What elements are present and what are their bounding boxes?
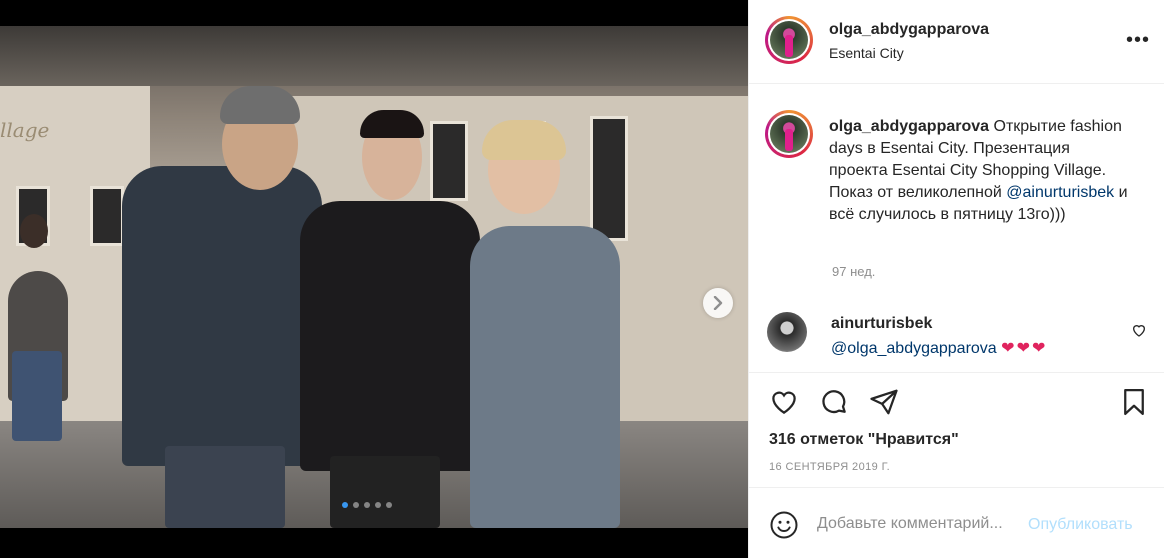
comment-item: ainurturisbek @olga_abdygapparova ❤❤❤ [767,310,1157,360]
photo-sign-text: llage [0,118,50,142]
caption-username[interactable]: olga_abdygapparova [829,118,989,135]
like-heart-icon[interactable] [769,387,799,417]
post-date[interactable]: 16 СЕНТЯБРЯ 2019 Г. [769,461,890,473]
carousel-dot [375,502,381,508]
caption-text: olga_abdygapparova Открытие fashion days… [829,116,1129,226]
carousel-indicator [342,502,392,508]
post-photo[interactable]: llage [0,26,748,528]
more-options-icon[interactable]: ••• [1126,30,1150,50]
publish-button[interactable]: Опубликовать [1028,516,1133,534]
chevron-right-icon [713,296,723,310]
commenter-avatar[interactable] [767,312,807,352]
photo-window [90,186,124,246]
caption-timestamp[interactable]: 97 нед. [832,264,875,279]
comment-text: @olga_abdygapparova ❤❤❤ [831,338,1047,358]
author-username[interactable]: olga_abdygapparova [829,21,989,39]
add-comment-input[interactable] [817,512,1027,536]
carousel-next-button[interactable] [703,288,733,318]
carousel-dot [342,502,348,508]
emoji-smiley-icon[interactable] [769,510,799,540]
comment-hearts: ❤❤❤ [1001,340,1048,357]
comment-mention-link[interactable]: @olga_abdygapparova [831,340,997,357]
post-actions: 316 отметок "Нравится" 16 СЕНТЯБРЯ 2019 … [749,372,1164,488]
carousel-dot [353,502,359,508]
bookmark-icon[interactable] [1119,387,1149,417]
caption-author-avatar[interactable] [765,110,813,158]
photo-ceiling [0,26,748,86]
share-paper-plane-icon[interactable] [869,387,899,417]
comment-bubble-icon[interactable] [819,387,849,417]
carousel-dot [364,502,370,508]
carousel-dot [386,502,392,508]
author-avatar[interactable] [765,16,813,64]
post-sidebar: olga_abdygapparova Esentai City ••• olga… [748,0,1164,558]
add-comment-bar: Опубликовать [749,488,1164,558]
photo-window [590,116,628,241]
commenter-username[interactable]: ainurturisbek [831,315,932,333]
post-header: olga_abdygapparova Esentai City ••• [749,0,1164,84]
likes-count[interactable]: 316 отметок "Нравится" [769,431,959,449]
comment-like-heart-icon[interactable] [1131,322,1147,338]
photo-window [430,121,468,201]
post-location[interactable]: Esentai City [829,45,904,61]
caption-mention-link[interactable]: @ainurturisbek [1006,184,1114,201]
